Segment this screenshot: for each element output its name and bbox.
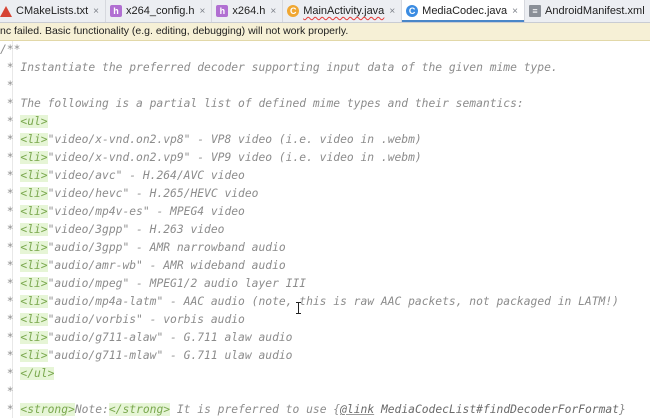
code-line: * <li>"video/hevc" - H.265/HEVC video [0, 187, 259, 200]
tab-label: x264_config.h [125, 5, 195, 17]
editor-tab-bar: CMakeLists.txt × h x264_config.h × h x264.h × C M… [0, 0, 650, 23]
code-line: * <li>"video/3gpp" - H.263 video [0, 223, 225, 236]
code-line: * <li>"audio/mpeg" - MPEG1/2 audio layer… [0, 277, 307, 290]
code-line: * <strong>Note:</strong> It is preferred… [0, 403, 626, 416]
code-editor[interactable]: /** * Instantiate the preferred decoder … [0, 41, 650, 418]
code-line: * <li>"video/x-vnd.on2.vp8" - VP8 video … [0, 133, 422, 146]
header-file-icon: h [109, 5, 122, 17]
tab-label: CMakeLists.txt [16, 5, 89, 17]
tab-androidmanifest-xml[interactable]: ≡AndroidManifest.xml× [525, 0, 650, 22]
tab-x264-h[interactable]: h x264.h × [212, 0, 284, 22]
tab-label: AndroidManifest.xml [545, 5, 645, 17]
close-icon[interactable]: × [93, 6, 99, 17]
code-line: * The following is a partial list of def… [0, 97, 524, 110]
cmake-icon [0, 5, 12, 17]
tab-label: MediaCodec.java [422, 5, 508, 17]
code-line: * <li>"video/x-vnd.on2.vp9" - VP9 video … [0, 151, 422, 164]
code-line: * </ul> [0, 367, 55, 380]
close-icon[interactable]: × [270, 6, 276, 17]
header-file-icon: h [216, 5, 229, 17]
code-line: * Instantiate the preferred decoder supp… [0, 61, 558, 74]
close-icon[interactable]: × [199, 6, 205, 17]
tab-mainactivity-java[interactable]: C MainActivity.java × [283, 0, 403, 22]
code-line: * <li>"audio/mp4a-latm" - AAC audio (not… [0, 295, 619, 308]
code-line: * <li>"video/avc" - H.264/AVC video [0, 169, 245, 182]
code-line: * [0, 385, 14, 398]
code-line: /** [0, 43, 21, 56]
tab-label: x264.h [232, 5, 266, 17]
code-line: * <li>"audio/g711-mlaw" - G.711 ulaw aud… [0, 349, 293, 362]
code-line: * <li>"audio/amr-wb" - AMR wideband audi… [0, 259, 286, 272]
tab-cmakelists-txt[interactable]: CMakeLists.txt × [0, 0, 106, 22]
tab-label: MainActivity.java [303, 5, 385, 17]
code-line: * <li>"audio/vorbis" - vorbis audio [0, 313, 245, 326]
code-line: * <li>"audio/g711-alaw" - G.711 alaw aud… [0, 331, 293, 344]
notification-banner: nc failed. Basic functionality (e.g. edi… [0, 23, 650, 41]
tab-mediacodec-java[interactable]: C MediaCodec.java × [402, 0, 525, 22]
code-line: * <ul> [0, 115, 48, 128]
manifest-file-icon: ≡ [529, 5, 541, 17]
code-line: * [0, 79, 14, 92]
code-line: * <li>"audio/3gpp" - AMR narrowband audi… [0, 241, 286, 254]
tab-x264-config-h[interactable]: h x264_config.h × [106, 0, 213, 22]
close-icon[interactable]: × [512, 6, 518, 17]
java-class-icon: C [287, 5, 300, 17]
close-icon[interactable]: × [389, 6, 395, 17]
code-line: * <li>"video/mp4v-es" - MPEG4 video [0, 205, 245, 218]
java-class-icon: C [406, 5, 419, 17]
notification-text: nc failed. Basic functionality (e.g. edi… [0, 25, 349, 37]
